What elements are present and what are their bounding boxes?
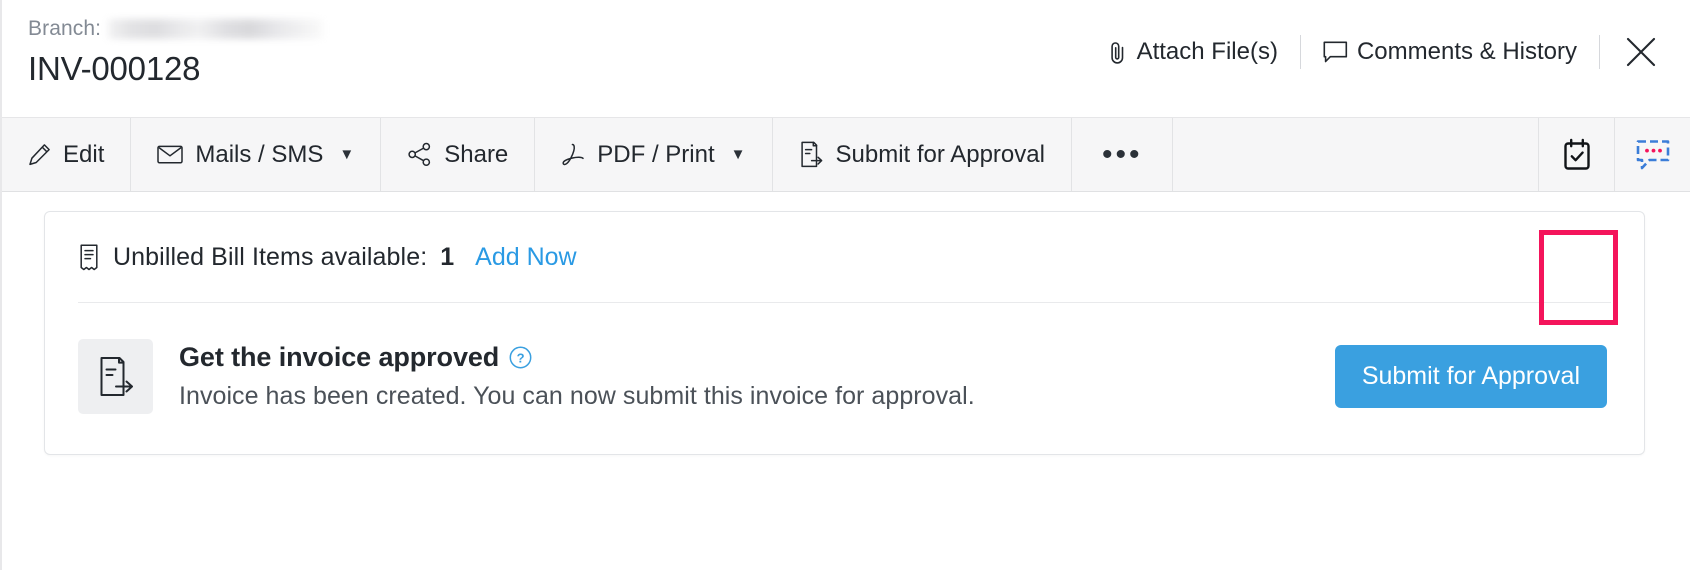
toolbar-label-edit: Edit [63, 140, 105, 168]
chevron-down-icon-2: ▼ [730, 146, 746, 163]
status-card: Unbilled Bill Items available: 1 Add Now [44, 211, 1645, 455]
toolbar-label-pdf-print: PDF / Print [597, 140, 715, 168]
approval-text-block: Get the invoice approved ? Invoice has b… [179, 342, 1335, 411]
branch-value-redacted [108, 19, 324, 39]
add-now-link[interactable]: Add Now [475, 243, 576, 272]
unbilled-items-row: Unbilled Bill Items available: 1 Add Now [78, 212, 1611, 303]
document-arrow-icon [799, 141, 824, 168]
invoice-detail-panel: Branch: INV-000128 Attach File(s) Commen… [0, 0, 1690, 570]
pencil-icon [28, 143, 51, 166]
unbilled-count: 1 [440, 242, 455, 271]
approval-icon-box [78, 339, 153, 414]
approval-section: Get the invoice approved ? Invoice has b… [78, 303, 1611, 454]
close-icon [1624, 35, 1658, 69]
action-toolbar: Edit Mails / SMS ▼ Share PDF / Print ▼ S… [2, 117, 1690, 325]
panel-body: Unbilled Bill Items available: 1 Add Now [2, 192, 1690, 455]
toolbar-button-mails-sms[interactable]: Mails / SMS ▼ [131, 118, 382, 191]
clipboard-check-button[interactable] [1538, 118, 1614, 191]
envelope-icon [157, 144, 184, 165]
header-divider-2 [1599, 35, 1600, 69]
paperclip-icon [1107, 40, 1128, 65]
header-actions: Attach File(s) Comments & History [1091, 33, 1668, 71]
help-icon[interactable]: ? [509, 346, 532, 369]
clipboard-check-icon [1560, 137, 1594, 173]
unbilled-label: Unbilled Bill Items available: [113, 242, 428, 271]
submit-for-approval-button[interactable]: Submit for Approval [1334, 345, 1607, 408]
toolbar-button-edit[interactable]: Edit [2, 118, 132, 191]
toolbar-label-submit-for-approval: Submit for Approval [835, 140, 1045, 168]
share-icon [407, 142, 432, 167]
toolbar-label-share: Share [444, 140, 509, 168]
comments-history-label: Comments & History [1356, 38, 1577, 65]
panel-header: Branch: INV-000128 Attach File(s) Commen… [2, 0, 1690, 117]
document-arrow-icon [96, 355, 136, 398]
toolbar-label-mails-sms: Mails / SMS [195, 140, 324, 168]
approval-description: Invoice has been created. You can now su… [179, 382, 975, 410]
approval-title-row: Get the invoice approved ? [179, 342, 1335, 373]
header-divider [1299, 35, 1301, 69]
comment-icon [1323, 41, 1348, 64]
close-button[interactable] [1606, 33, 1668, 71]
toolbar-right-icons [1538, 118, 1690, 191]
attach-files-label: Attach File(s) [1136, 38, 1278, 65]
chevron-down-icon: ▼ [339, 146, 355, 163]
toolbar-more-button[interactable]: ••• [1072, 118, 1174, 191]
toolbar-button-pdf-print[interactable]: PDF / Print ▼ [535, 118, 773, 191]
chat-bubble-button[interactable] [1614, 118, 1690, 191]
toolbar-button-share[interactable]: Share [381, 118, 536, 191]
svg-text:?: ? [517, 351, 525, 366]
approval-title: Get the invoice approved [179, 342, 500, 372]
attach-files-button[interactable]: Attach File(s) [1091, 36, 1294, 68]
chat-bubble-icon [1635, 138, 1671, 172]
pdf-icon [561, 142, 585, 167]
branch-label: Branch: [28, 17, 102, 40]
toolbar-button-submit-for-approval[interactable]: Submit for Approval [773, 118, 1072, 191]
receipt-icon [78, 244, 100, 271]
comments-history-button[interactable]: Comments & History [1307, 36, 1593, 68]
